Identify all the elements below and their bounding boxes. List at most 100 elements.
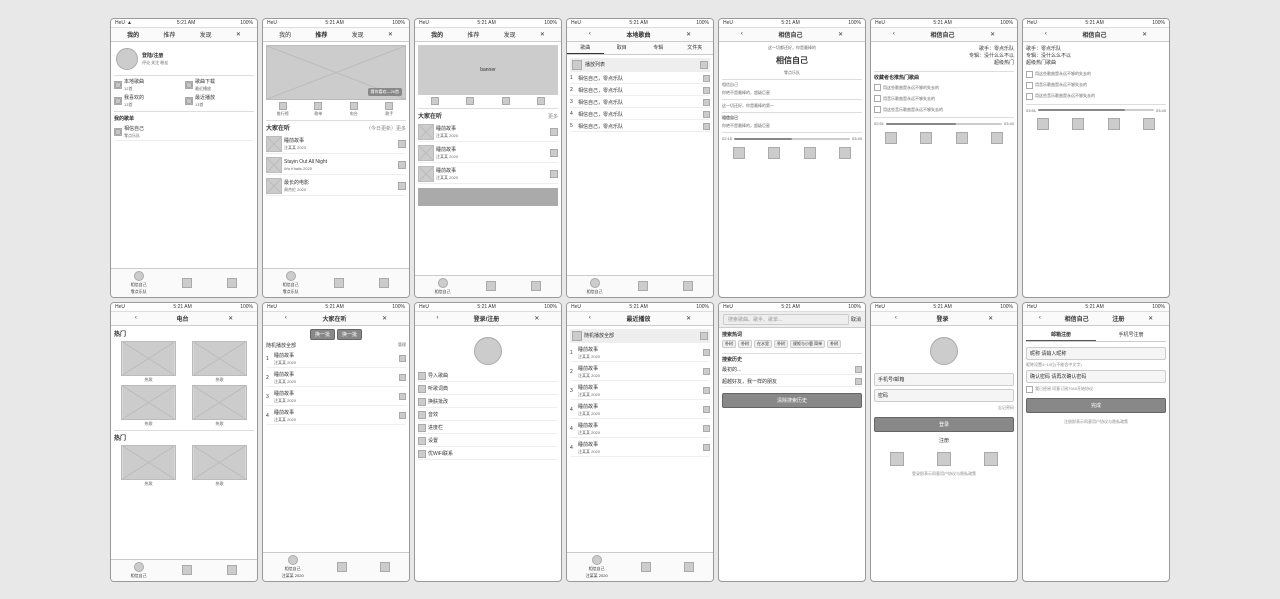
more-link-1[interactable]: （今日更新）更多: [366, 125, 406, 132]
recent-action[interactable]: [700, 332, 708, 340]
login-menu-3[interactable]: 换肤批改: [418, 397, 558, 408]
tab-song-action-3[interactable]: [703, 99, 710, 106]
tab-icon-5[interactable]: [486, 281, 496, 291]
tab-profile-1[interactable]: 相信自己 零点乐队: [131, 271, 147, 295]
tab-song-item-2[interactable]: 2 相信自己，零点乐队: [570, 86, 710, 96]
menu-favorite[interactable]: 我喜欢的 13首: [114, 94, 183, 108]
play-all-action[interactable]: [700, 61, 708, 69]
tab-icon-11[interactable]: [337, 562, 347, 572]
nav-close-13[interactable]: ✕: [988, 315, 993, 322]
checkbox-2[interactable]: [874, 95, 881, 102]
tab-song-item-4[interactable]: 4 相信自己，零点乐队: [570, 110, 710, 120]
tab-song-action-2[interactable]: [703, 87, 710, 94]
tab-song-item-3[interactable]: 3 相信自己，零点乐队: [570, 98, 710, 108]
progress-bar[interactable]: [734, 138, 850, 140]
forgot-pwd[interactable]: 忘记密码: [874, 405, 1014, 411]
radio-item-5[interactable]: 热歌: [114, 445, 183, 487]
next-icon-3[interactable]: [1108, 118, 1120, 130]
nav-my-3[interactable]: 我的: [431, 30, 443, 39]
recommend-song-3[interactable]: 用这些音乐歌曲是永远不够失去的: [874, 105, 1014, 114]
recent-song-4[interactable]: 4 睡前故事 注某某 2020: [570, 402, 710, 419]
r-action-6[interactable]: [703, 444, 710, 451]
nav-my-1[interactable]: 我的: [127, 30, 139, 39]
l-action-2[interactable]: [399, 374, 406, 381]
login-menu-6[interactable]: 设置: [418, 436, 558, 447]
tab-icon-9[interactable]: [182, 565, 192, 575]
nav-discover-3[interactable]: 发现: [504, 30, 516, 39]
loop-icon-3[interactable]: [1143, 118, 1155, 130]
weibo-login-icon[interactable]: [984, 452, 998, 466]
password-input[interactable]: 密码: [874, 389, 1014, 402]
nav-close-10[interactable]: ✕: [534, 315, 539, 322]
recommend-song-1[interactable]: 用这些歌曲是永远不够的失去的: [874, 83, 1014, 92]
song-item-3[interactable]: 最长的电影 周杰伦 2020: [266, 177, 406, 196]
search-input[interactable]: 搜索歌曲、歌手、歌单...: [723, 314, 849, 325]
back-btn-4[interactable]: ‹: [589, 31, 591, 37]
local-song-2[interactable]: 睡前故事 注某某 2020: [418, 144, 558, 163]
prev-icon-3[interactable]: [1037, 118, 1049, 130]
reg-agree-checkbox[interactable]: [1026, 386, 1033, 393]
back-btn-5[interactable]: ‹: [741, 31, 743, 37]
radio-item-2[interactable]: 热歌: [185, 341, 254, 383]
cat-charts[interactable]: 推行榜: [266, 102, 300, 117]
menu-recent[interactable]: 最近播放 13首: [185, 94, 254, 108]
shuffle-btn-2[interactable]: 换一批: [337, 329, 362, 340]
tab-profile-11[interactable]: 相信自己 注某某 2020: [586, 555, 608, 579]
tab-profile-4[interactable]: 相信自己: [587, 278, 603, 295]
local-song-action-3[interactable]: [550, 170, 558, 178]
playlist-item-1[interactable]: 相信自己 零点乐队: [114, 124, 254, 141]
listening-song-4[interactable]: 4 睡前故事 注某某 2020: [266, 408, 406, 425]
nav-close-9[interactable]: ✕: [382, 315, 387, 322]
nav-close-5[interactable]: ✕: [838, 31, 843, 38]
song-action-2[interactable]: [398, 161, 406, 169]
local-song-1[interactable]: 睡前故事 注某某 2020: [418, 123, 558, 142]
history-item-2[interactable]: 超越好友，我一样的朋友: [722, 377, 862, 387]
back-btn-9[interactable]: ‹: [285, 315, 287, 321]
login-menu-1[interactable]: 导入歌曲: [418, 371, 558, 382]
nav-recommend-3[interactable]: 推荐: [467, 30, 479, 39]
tab-profile-9[interactable]: 相信自己 注某某 2020: [282, 555, 304, 579]
local-cat-1[interactable]: [418, 97, 452, 105]
s3-checkbox-1[interactable]: [1026, 71, 1033, 78]
back-btn-13[interactable]: ‹: [895, 315, 897, 321]
login-menu-2[interactable]: 听歌词典: [418, 384, 558, 395]
tab-icon-4[interactable]: [379, 278, 389, 288]
tab-icon-12[interactable]: [380, 562, 390, 572]
tab-song-action-1[interactable]: [703, 75, 710, 82]
back-btn-7[interactable]: ‹: [1045, 31, 1047, 37]
register-tab-email[interactable]: 邮箱注册: [1026, 329, 1096, 341]
tab-icon-7[interactable]: [638, 281, 648, 291]
song-item-1[interactable]: 睡前故事 注某某 2020: [266, 135, 406, 154]
tab-icon-3[interactable]: [334, 278, 344, 288]
recommend-song-2[interactable]: 用音乐歌曲是永远不够失去的: [874, 94, 1014, 103]
menu-local[interactable]: 本地歌曲 12首: [114, 78, 183, 92]
login-submit-btn[interactable]: 登录: [874, 417, 1014, 432]
back-btn-14[interactable]: ‹: [1039, 315, 1041, 321]
nav-recommend-1[interactable]: 推荐: [163, 30, 175, 39]
tab-icon-6[interactable]: [531, 281, 541, 291]
local-song-3[interactable]: 睡前故事 注某某 2020: [418, 165, 558, 184]
nav-close-8[interactable]: ✕: [228, 315, 233, 322]
nav-close-14[interactable]: ✕: [1148, 315, 1153, 322]
play-icon-3[interactable]: [1072, 118, 1084, 130]
tag-1[interactable]: 朴树: [722, 340, 736, 348]
s3-recommend-2[interactable]: 用音乐歌曲是永远不够失去的: [1026, 81, 1166, 90]
r-action-3[interactable]: [703, 387, 710, 394]
nav-close-1[interactable]: ✕: [236, 31, 241, 38]
local-cat-2[interactable]: [454, 97, 488, 105]
play-all-icon[interactable]: [572, 60, 582, 70]
tab-profile-3[interactable]: 相信自己: [435, 278, 451, 295]
reg-email-input[interactable]: 确认密码 请再次确认密码: [1026, 370, 1166, 383]
register-link[interactable]: 注册: [874, 437, 1014, 444]
checkbox-1[interactable]: [874, 84, 881, 91]
login-menu-4[interactable]: 音效: [418, 410, 558, 421]
play-icon[interactable]: [768, 147, 780, 159]
tab-icon-8[interactable]: [683, 281, 693, 291]
radio-item-1[interactable]: 热歌: [114, 341, 183, 383]
r-action-2[interactable]: [703, 368, 710, 375]
tab-album[interactable]: 专辑: [640, 42, 677, 54]
tab-songs[interactable]: 歌曲: [567, 42, 604, 54]
h-close-1[interactable]: [855, 366, 862, 373]
local-more[interactable]: 更多: [548, 113, 558, 120]
prev-icon[interactable]: [733, 147, 745, 159]
